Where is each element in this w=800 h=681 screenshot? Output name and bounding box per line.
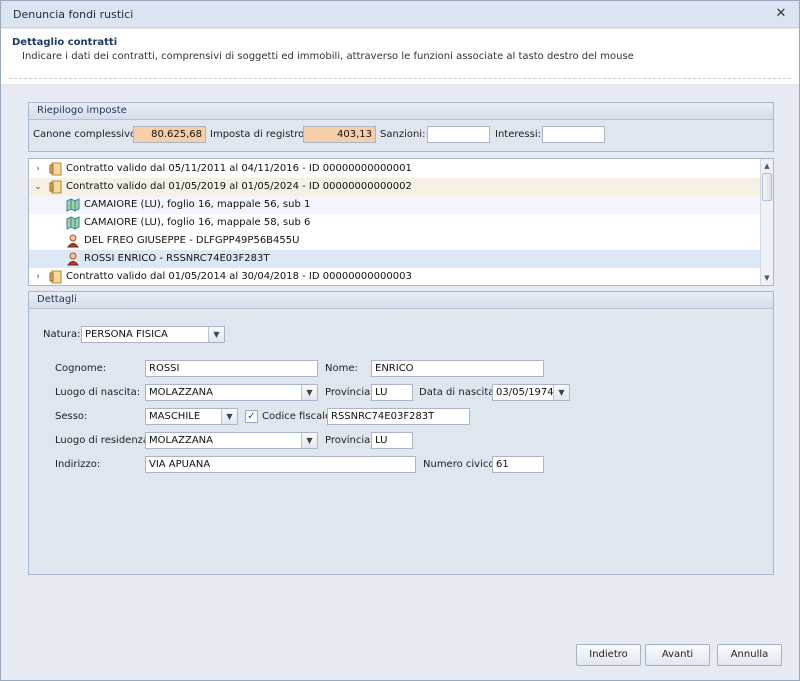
expand-icon[interactable]: › xyxy=(32,270,44,284)
interessi-field[interactable] xyxy=(542,126,605,143)
indirizzo-field[interactable]: VIA APUANA xyxy=(145,456,416,473)
nome-field[interactable]: ENRICO xyxy=(371,360,544,377)
luogo-residenza-label: Luogo di residenza: xyxy=(55,435,153,446)
luogo-residenza-value: MOLAZZANA xyxy=(149,435,214,446)
tree-row-contract-2[interactable]: ⌄ Contratto valido dal 01/05/2019 al 01/… xyxy=(29,178,761,196)
riepilogo-group: Riepilogo imposte Canone complessivo: 80… xyxy=(28,102,774,152)
numero-civico-label: Numero civico: xyxy=(423,459,498,470)
sesso-value: MASCHILE xyxy=(149,411,201,422)
codice-fiscale-label: Codice fiscale: xyxy=(262,411,335,422)
canone-field[interactable]: 80.625,68 xyxy=(133,126,206,143)
chevron-down-icon[interactable]: ▼ xyxy=(553,385,569,400)
provincia-field[interactable]: LU xyxy=(371,384,413,401)
cognome-label: Cognome: xyxy=(55,363,107,374)
chevron-down-icon[interactable]: ▼ xyxy=(221,409,237,424)
chevron-down-icon[interactable]: ▼ xyxy=(301,433,317,448)
title-bar: Denuncia fondi rustici ✕ xyxy=(1,1,799,28)
tree-scrollbar[interactable]: ▲ ▼ xyxy=(760,159,773,285)
interessi-label: Interessi: xyxy=(495,129,541,140)
luogo-residenza-select[interactable]: MOLAZZANA ▼ xyxy=(145,432,318,449)
contract-icon xyxy=(49,162,62,176)
indirizzo-label: Indirizzo: xyxy=(55,459,101,470)
codice-fiscale-checkbox[interactable]: ✓ xyxy=(245,410,258,423)
page-title: Dettaglio contratti xyxy=(12,37,118,48)
page-header: Dettaglio contratti Indicare i dati dei … xyxy=(1,29,799,84)
scroll-down-icon[interactable]: ▼ xyxy=(761,272,773,284)
nome-label: Nome: xyxy=(325,363,358,374)
expand-icon[interactable]: › xyxy=(32,162,44,176)
cognome-field[interactable]: ROSSI xyxy=(145,360,318,377)
dettagli-group: Dettagli Natura: PERSONA FISICA ▼ Cognom… xyxy=(28,291,774,575)
map-icon xyxy=(66,198,80,212)
cancel-button[interactable]: Annulla xyxy=(717,644,782,666)
tree-row-contract-3[interactable]: › Contratto valido dal 01/05/2014 al 30/… xyxy=(29,268,761,285)
imposta-label: Imposta di registro: xyxy=(210,129,308,140)
next-button[interactable]: Avanti xyxy=(645,644,710,666)
codice-fiscale-field[interactable]: RSSNRC74E03F283T xyxy=(327,408,470,425)
sanzioni-label: Sanzioni: xyxy=(380,129,426,140)
close-icon[interactable]: ✕ xyxy=(771,5,791,23)
luogo-nascita-select[interactable]: MOLAZZANA ▼ xyxy=(145,384,318,401)
tree-row-label: DEL FREO GIUSEPPE - DLFGPP49P56B455U xyxy=(84,235,300,246)
tree-row-person-1[interactable]: DEL FREO GIUSEPPE - DLFGPP49P56B455U xyxy=(29,232,761,250)
provincia-label: Provincia: xyxy=(325,387,374,398)
back-button[interactable]: Indietro xyxy=(576,644,641,666)
person-icon xyxy=(67,252,79,266)
tree-row-label: CAMAIORE (LU), foglio 16, mappale 56, su… xyxy=(84,199,311,210)
contracts-tree[interactable]: › Contratto valido dal 05/11/2011 al 04/… xyxy=(28,158,774,286)
page-description: Indicare i dati dei contratti, comprensi… xyxy=(22,51,634,62)
chevron-down-icon[interactable]: ▼ xyxy=(208,327,224,342)
scroll-up-icon[interactable]: ▲ xyxy=(761,160,773,172)
tree-row-property-1[interactable]: CAMAIORE (LU), foglio 16, mappale 56, su… xyxy=(29,196,761,214)
contract-icon xyxy=(49,180,62,194)
sesso-label: Sesso: xyxy=(55,411,88,422)
collapse-icon[interactable]: ⌄ xyxy=(32,180,44,194)
data-nascita-value: 03/05/1974 xyxy=(496,387,554,398)
dialog-window: Denuncia fondi rustici ✕ Dettaglio contr… xyxy=(0,0,800,681)
tree-row-contract-1[interactable]: › Contratto valido dal 05/11/2011 al 04/… xyxy=(29,160,761,178)
luogo-nascita-value: MOLAZZANA xyxy=(149,387,214,398)
map-icon xyxy=(66,216,80,230)
natura-value: PERSONA FISICA xyxy=(85,329,168,340)
sanzioni-field[interactable] xyxy=(427,126,490,143)
natura-label: Natura: xyxy=(43,329,81,340)
tree-row-label: Contratto valido dal 01/05/2014 al 30/04… xyxy=(66,271,412,282)
tree-row-label: CAMAIORE (LU), foglio 16, mappale 58, su… xyxy=(84,217,311,228)
tree-row-label: Contratto valido dal 01/05/2019 al 01/05… xyxy=(66,181,412,192)
tree-row-label: ROSSI ENRICO - RSSNRC74E03F283T xyxy=(84,253,270,264)
dettagli-title: Dettagli xyxy=(37,294,77,305)
person-icon xyxy=(67,234,79,248)
chevron-down-icon[interactable]: ▼ xyxy=(301,385,317,400)
natura-select[interactable]: PERSONA FISICA ▼ xyxy=(81,326,225,343)
data-nascita-picker[interactable]: 03/05/1974 ▼ xyxy=(492,384,570,401)
tree-row-property-2[interactable]: CAMAIORE (LU), foglio 16, mappale 58, su… xyxy=(29,214,761,232)
scroll-thumb[interactable] xyxy=(762,173,772,201)
data-nascita-label: Data di nascita: xyxy=(419,387,498,398)
window-title: Denuncia fondi rustici xyxy=(13,8,134,21)
imposta-field[interactable]: 403,13 xyxy=(303,126,376,143)
sesso-select[interactable]: MASCHILE ▼ xyxy=(145,408,238,425)
header-divider xyxy=(9,78,791,79)
tree-row-person-2[interactable]: ROSSI ENRICO - RSSNRC74E03F283T xyxy=(29,250,761,268)
riepilogo-header: Riepilogo imposte xyxy=(29,103,773,120)
provincia-residenza-label: Provincia: xyxy=(325,435,374,446)
tree-row-label: Contratto valido dal 05/11/2011 al 04/11… xyxy=(66,163,412,174)
numero-civico-field[interactable]: 61 xyxy=(492,456,544,473)
dettagli-header: Dettagli xyxy=(29,292,773,309)
luogo-nascita-label: Luogo di nascita: xyxy=(55,387,141,398)
provincia-residenza-field[interactable]: LU xyxy=(371,432,413,449)
contract-icon xyxy=(49,270,62,284)
riepilogo-title: Riepilogo imposte xyxy=(37,105,127,116)
canone-label: Canone complessivo: xyxy=(33,129,140,140)
